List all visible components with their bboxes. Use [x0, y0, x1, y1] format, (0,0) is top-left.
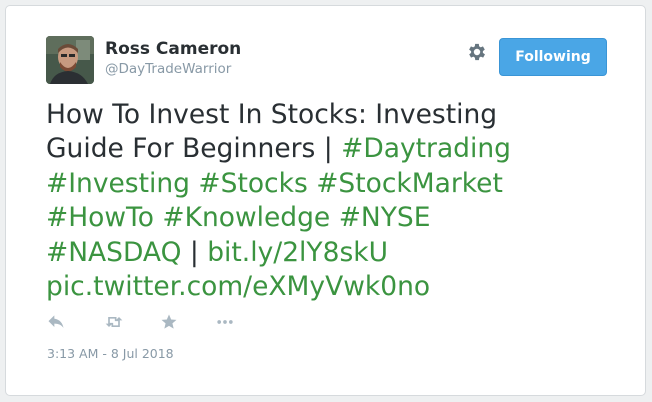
avatar[interactable]: [46, 36, 94, 84]
following-button[interactable]: Following: [499, 38, 607, 76]
hashtag-link[interactable]: #NYSE: [339, 202, 431, 233]
tweet-line: #Investing #Stocks #StockMarket: [46, 167, 616, 201]
tweet-text-segment: [330, 202, 338, 233]
more-icon[interactable]: [214, 312, 236, 334]
avatar-image: [46, 36, 94, 84]
like-icon[interactable]: [159, 312, 181, 334]
tweet-text-segment: Guide For Beginners |: [46, 133, 342, 165]
tweet-card: Ross Cameron @DayTradeWarrior Following …: [5, 5, 646, 396]
gear-icon[interactable]: [466, 41, 488, 63]
tweet-line: #NASDAQ | bit.ly/2lY8skU: [46, 236, 616, 270]
user-name[interactable]: Ross Cameron: [105, 39, 241, 59]
tweet-text: How To Invest In Stocks: Investing Guide …: [46, 98, 616, 304]
hashtag-link[interactable]: #NASDAQ: [46, 237, 181, 268]
tweet-line: Guide For Beginners | #Daytrading: [46, 132, 616, 166]
tweet-text-segment: |: [181, 236, 208, 268]
tweet-line: How To Invest In Stocks: Investing: [46, 98, 616, 132]
tweet-text-segment: How To Invest In Stocks: Investing: [46, 99, 498, 130]
url-link[interactable]: pic.twitter.com/eXMyVwk0no: [46, 271, 430, 302]
hashtag-link[interactable]: #Investing: [46, 168, 190, 199]
hashtag-link[interactable]: #Stocks: [198, 168, 307, 199]
tweet-text-segment: [308, 168, 316, 199]
hashtag-link[interactable]: #HowTo: [46, 202, 154, 233]
retweet-icon[interactable]: [103, 312, 125, 334]
reply-icon[interactable]: [46, 312, 68, 334]
tweet-line: #HowTo #Knowledge #NYSE: [46, 201, 616, 235]
hashtag-link[interactable]: #StockMarket: [316, 168, 503, 199]
hashtag-link[interactable]: #Daytrading: [341, 133, 511, 164]
tweet-line: pic.twitter.com/eXMyVwk0no: [46, 270, 616, 304]
tweet-timestamp[interactable]: 3:13 AM - 8 Jul 2018: [47, 346, 174, 361]
url-link[interactable]: bit.ly/2lY8skU: [207, 237, 388, 268]
hashtag-link[interactable]: #Knowledge: [162, 202, 330, 233]
user-handle[interactable]: @DayTradeWarrior: [105, 61, 231, 77]
